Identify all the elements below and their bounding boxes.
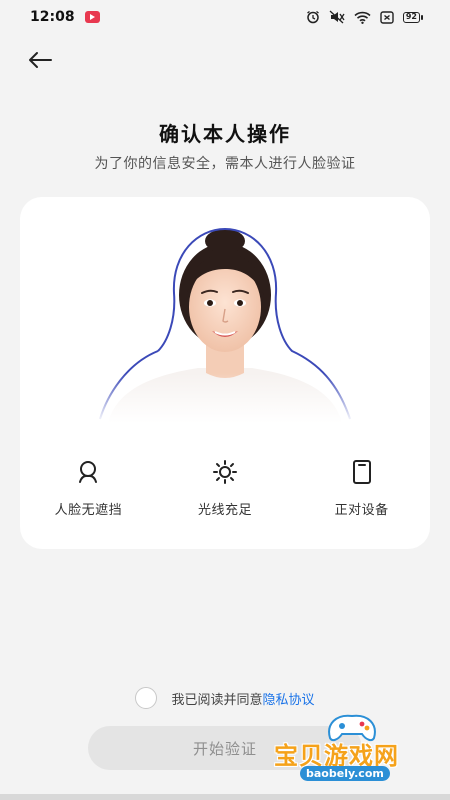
tips-row: 人脸无遮挡 光线充足 正对设备	[20, 459, 430, 519]
video-app-icon	[84, 11, 100, 23]
tip-label: 光线充足	[197, 503, 252, 518]
home-indicator	[0, 794, 450, 800]
page-title: 确认本人操作	[159, 122, 291, 146]
arrow-left-icon	[29, 52, 52, 68]
tip-face-device: 正对设备	[302, 459, 422, 519]
tip-sufficient-light: 光线充足	[165, 459, 285, 519]
agreement-row: 我已阅读并同意隐私协议	[0, 687, 450, 709]
watermark-logo: 宝贝游戏网 baobely.com	[272, 708, 422, 788]
tip-face-unobstructed: 人脸无遮挡	[28, 459, 148, 519]
wifi-icon	[354, 11, 371, 24]
phone-icon	[352, 460, 371, 484]
watermark-url: baobely.com	[300, 766, 390, 781]
back-button[interactable]	[26, 48, 54, 72]
agree-checkbox[interactable]	[135, 687, 158, 709]
battery-icon: 92	[402, 11, 424, 23]
privacy-policy-link[interactable]: 隐私协议	[263, 693, 315, 708]
tip-label: 人脸无遮挡	[54, 503, 123, 518]
page-subtitle: 为了你的信息安全，需本人进行人脸验证	[94, 156, 356, 172]
face-portrait-illustration	[98, 227, 352, 423]
status-bar: 12:08 92	[0, 0, 450, 34]
mute-icon	[329, 10, 345, 24]
status-time: 12:08	[30, 9, 75, 25]
alarm-icon	[306, 10, 319, 24]
tips-card: 人脸无遮挡 光线充足 正对设备	[20, 197, 430, 549]
sim-icon	[380, 10, 394, 24]
sun-icon	[212, 460, 237, 484]
agreement-text: 我已阅读并同意	[171, 692, 263, 708]
status-right: 92	[306, 10, 424, 24]
tip-label: 正对设备	[334, 503, 389, 518]
face-icon	[79, 461, 98, 483]
status-left: 12:08	[30, 9, 100, 25]
